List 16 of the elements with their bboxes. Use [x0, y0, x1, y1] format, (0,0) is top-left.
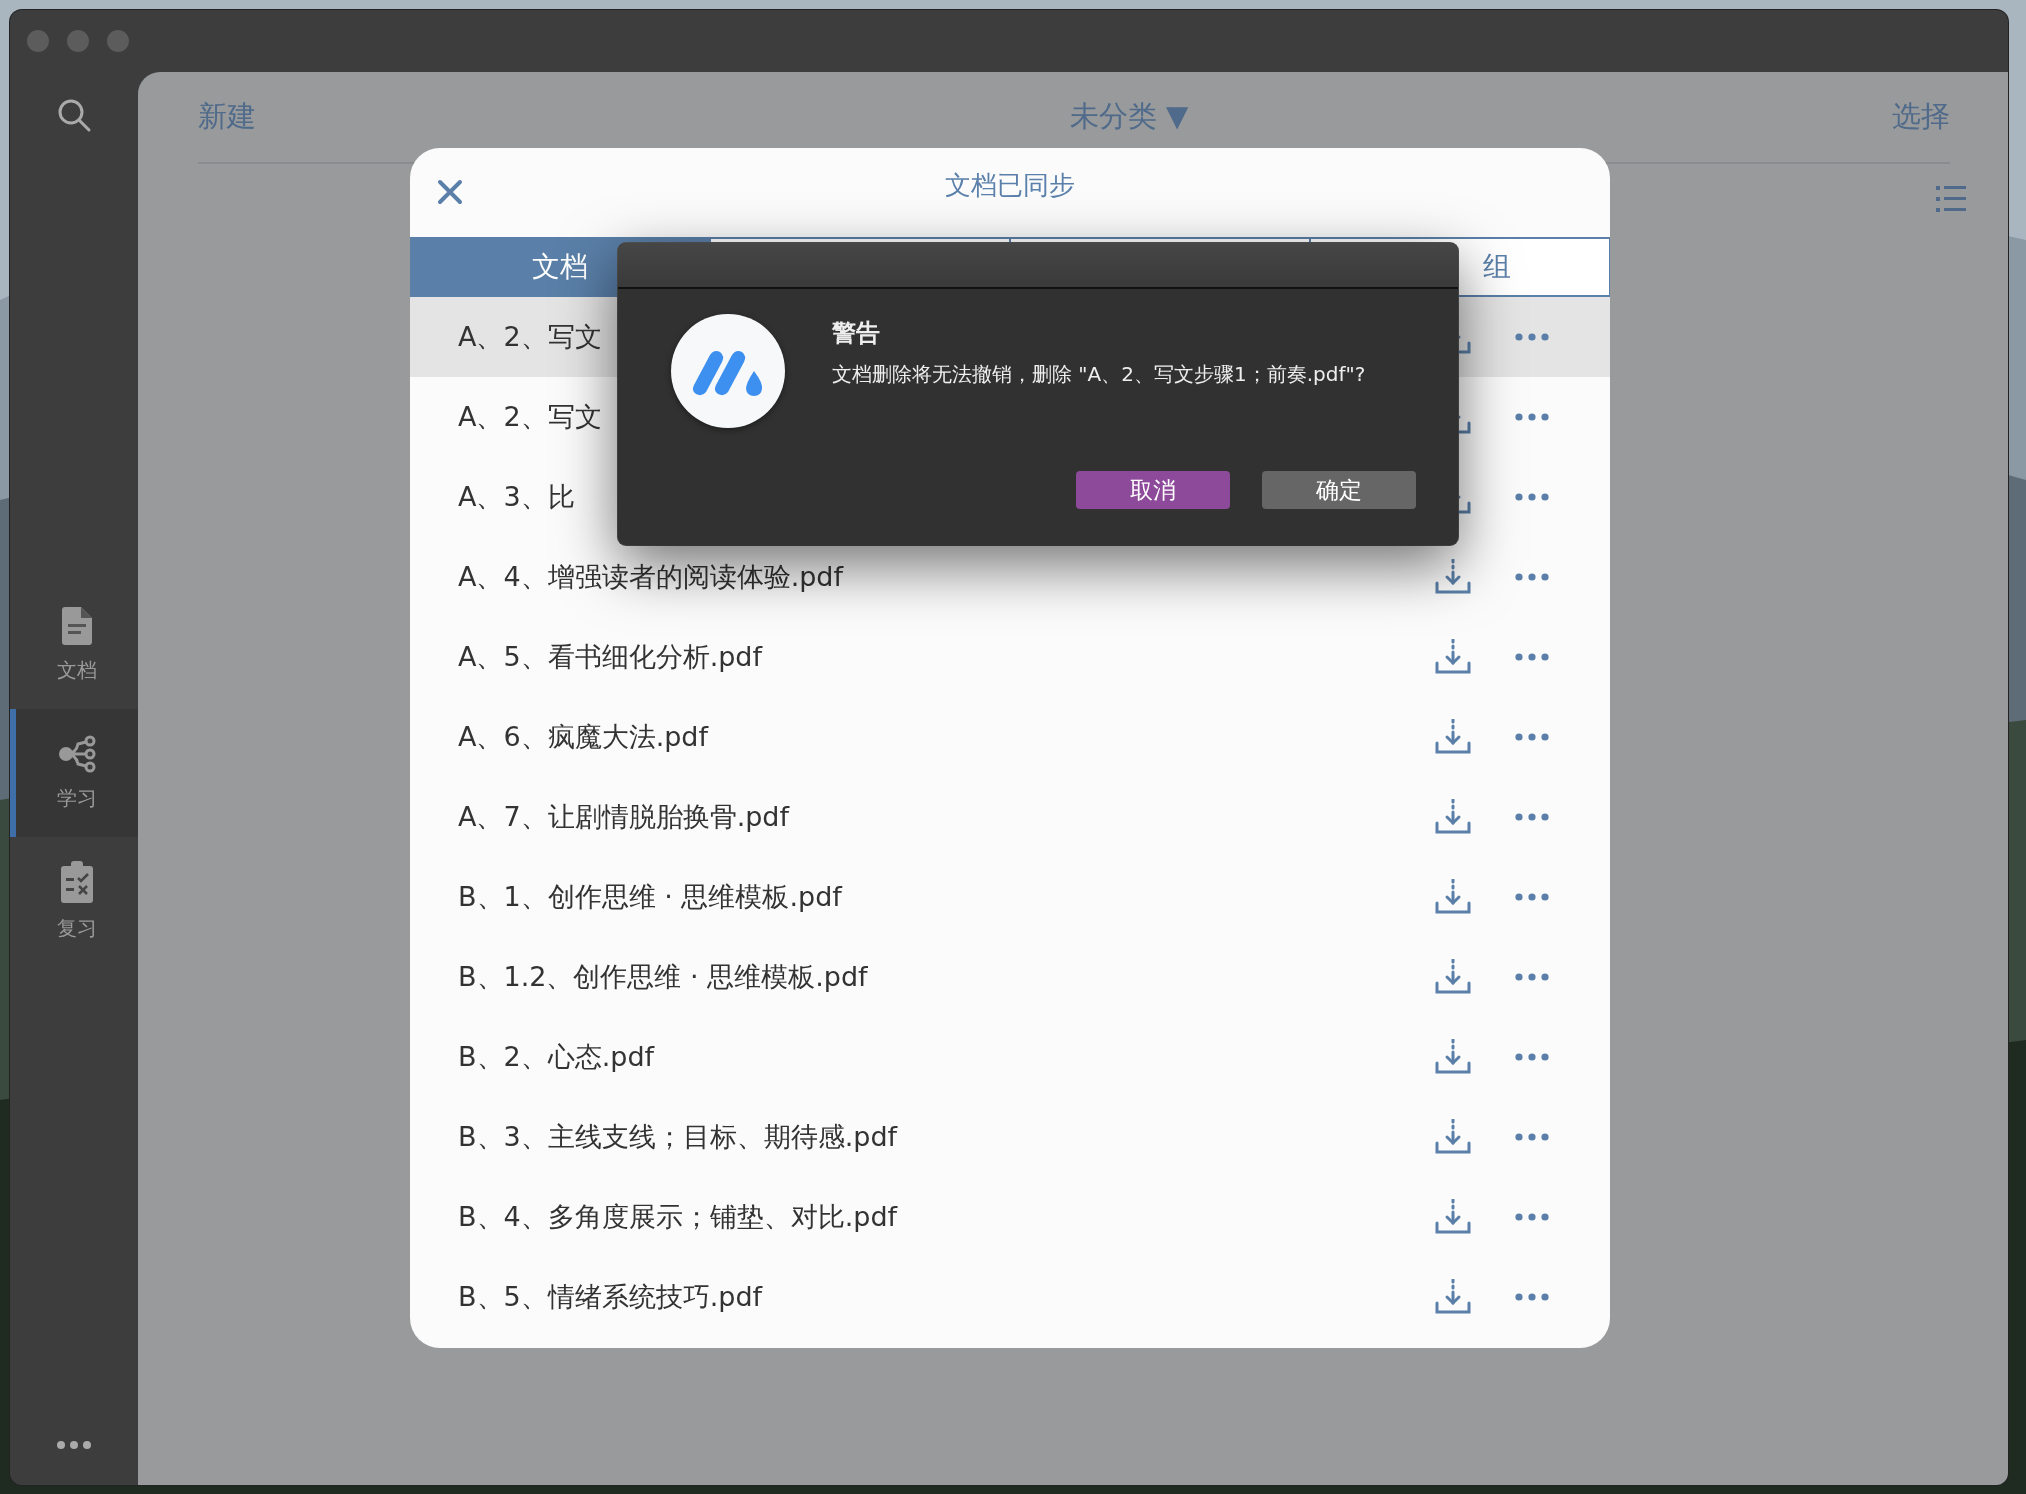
- document-name: B、5、情绪系统技巧.pdf: [458, 1280, 763, 1314]
- document-name: A、2、写文: [458, 320, 602, 354]
- document-name: A、3、比: [458, 480, 575, 514]
- document-name: A、7、让剧情脱胎换骨.pdf: [458, 800, 789, 834]
- document-name: A、5、看书细化分析.pdf: [458, 640, 762, 674]
- document-name: B、4、多角度展示；铺垫、对比.pdf: [458, 1200, 898, 1234]
- document-name: B、3、主线支线；目标、期待感.pdf: [458, 1120, 898, 1154]
- dialog-title: 文档已同步: [945, 169, 1075, 202]
- document-name: B、2、心态.pdf: [458, 1040, 655, 1074]
- document-name: B、1、创作思维 · 思维模板.pdf: [458, 880, 842, 914]
- document-name: A、2、写文: [458, 400, 602, 434]
- alert-message: 文档删除将无法撤销，删除 "A、2、写文步骤1；前奏.pdf"?: [832, 361, 1366, 388]
- document-name: A、4、增强读者的阅读体验.pdf: [458, 560, 843, 594]
- document-name: B、1.2、创作思维 · 思维模板.pdf: [458, 960, 868, 994]
- document-name: A、6、疯魔大法.pdf: [458, 720, 708, 754]
- alert-title: 警告: [832, 318, 881, 349]
